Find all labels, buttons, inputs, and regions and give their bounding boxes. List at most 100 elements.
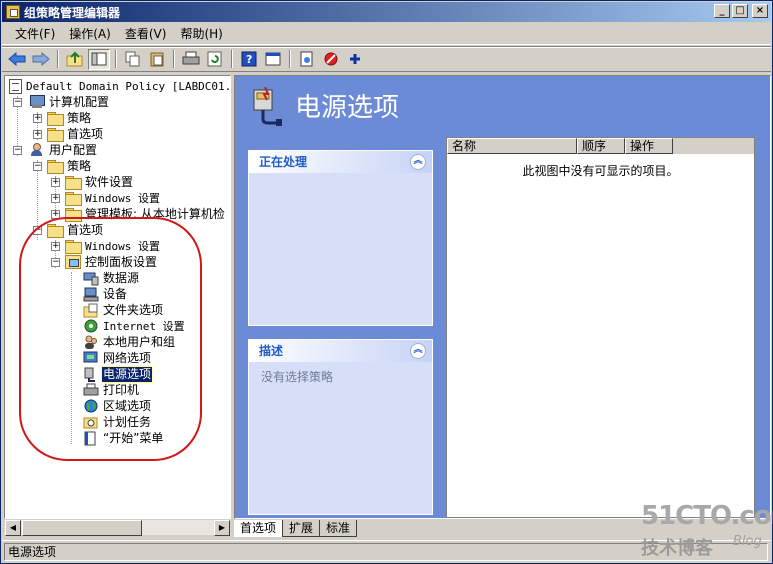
- window-controls: _ □ ×: [714, 4, 768, 18]
- show-tree-icon: [91, 52, 107, 66]
- up-level-button[interactable]: [64, 49, 86, 70]
- collapse-toggle[interactable]: −: [33, 162, 42, 171]
- copy-button[interactable]: [122, 49, 144, 70]
- menu-bar: 文件(F) 操作(A) 查看(V) 帮助(H): [2, 23, 771, 45]
- svg-text:?: ?: [246, 53, 252, 66]
- collapse-chevron-icon[interactable]: ︽: [410, 343, 426, 359]
- scroll-right-button[interactable]: ▶: [214, 520, 230, 536]
- stop-icon: [324, 52, 338, 66]
- tree-node-software-settings[interactable]: 软件设置: [65, 174, 134, 190]
- tab-standard[interactable]: 标准: [320, 520, 358, 537]
- site-watermark: 51CTO.com 技术博客 Blog: [641, 501, 773, 561]
- window-title: 组策略管理编辑器: [24, 5, 121, 20]
- refresh-button[interactable]: [204, 49, 226, 70]
- back-button[interactable]: [6, 49, 28, 70]
- toolbar-separator: [289, 50, 291, 68]
- computer-icon: [29, 95, 45, 109]
- forward-icon: [32, 52, 50, 66]
- toolbar-separator: [173, 50, 175, 68]
- new-item-button[interactable]: [296, 49, 318, 70]
- toolbar: ?: [2, 46, 771, 72]
- tree-node-root[interactable]: Default Domain Policy [LABDC01.la: [9, 78, 230, 94]
- collapse-chevron-icon[interactable]: ︽: [410, 154, 426, 170]
- expand-toggle[interactable]: +: [33, 130, 42, 139]
- show-hide-tree-button[interactable]: [88, 48, 110, 70]
- processing-panel: 正在处理 ︽: [248, 150, 433, 326]
- refresh-icon: [207, 51, 222, 67]
- tree-node-label: 软件设置: [85, 174, 134, 189]
- title-bar[interactable]: 组策略管理编辑器 _ □ ×: [2, 2, 771, 22]
- folder-icon: [47, 127, 64, 142]
- back-icon: [8, 52, 26, 66]
- toolbar-separator: [231, 50, 233, 68]
- folder-icon: [65, 191, 82, 206]
- tree-node-label: 计算机配置: [49, 94, 110, 109]
- paste-button[interactable]: [146, 49, 168, 70]
- maximize-button[interactable]: □: [732, 4, 748, 18]
- details-pane: 电源选项 正在处理 ︽ 描述 ︽ 没有选择策略 名称 顺序 操作 此视图中没有可…: [234, 75, 771, 519]
- watermark-blog: Blog: [733, 534, 762, 549]
- tree-node-windows-settings[interactable]: Windows 设置: [65, 190, 161, 206]
- column-header-name[interactable]: 名称: [447, 138, 577, 154]
- tree-node-computer-policies[interactable]: 策略: [47, 110, 92, 126]
- tree-node-user-config[interactable]: 用户配置: [29, 142, 98, 158]
- tree-node-label: Windows 设置: [85, 191, 160, 205]
- view-tabs: 首选项 扩展 标准: [234, 520, 358, 538]
- stop-button[interactable]: [320, 49, 342, 70]
- minimize-button[interactable]: _: [714, 4, 730, 18]
- properties-button[interactable]: [262, 49, 284, 70]
- highlight-annotation: [19, 217, 202, 461]
- tree-horizontal-scrollbar[interactable]: ◀ ▶: [4, 519, 231, 536]
- forward-button[interactable]: [30, 49, 52, 70]
- tree-node-label: 用户配置: [49, 142, 98, 157]
- help-icon: ?: [241, 51, 257, 67]
- add-button[interactable]: [344, 49, 366, 70]
- folder-icon: [47, 111, 64, 126]
- menu-view[interactable]: 查看(V): [118, 24, 174, 44]
- list-header: 名称 顺序 操作: [447, 138, 754, 154]
- expand-toggle[interactable]: +: [51, 178, 60, 187]
- scroll-left-button[interactable]: ◀: [5, 520, 21, 536]
- tree-node-label: 策略: [67, 110, 92, 125]
- tree-node-user-policies[interactable]: 策略: [47, 158, 92, 174]
- close-button[interactable]: ×: [752, 4, 768, 18]
- collapse-toggle[interactable]: −: [13, 98, 22, 107]
- tree-node-computer-config[interactable]: 计算机配置: [29, 94, 110, 110]
- item-list[interactable]: 名称 顺序 操作 此视图中没有可显示的项目。: [446, 137, 755, 518]
- policy-document-icon: [9, 78, 22, 94]
- copy-icon: [125, 51, 140, 67]
- paste-icon: [150, 52, 164, 67]
- description-panel-title: 描述: [259, 344, 284, 358]
- tab-extended[interactable]: 扩展: [283, 520, 321, 537]
- expand-toggle[interactable]: +: [33, 114, 42, 123]
- menu-action[interactable]: 操作(A): [62, 24, 118, 44]
- print-button[interactable]: [180, 49, 202, 70]
- column-header-order[interactable]: 顺序: [577, 138, 625, 154]
- help-button[interactable]: ?: [238, 49, 260, 70]
- description-panel-header[interactable]: 描述 ︽: [249, 340, 432, 362]
- collapse-toggle[interactable]: −: [13, 146, 22, 155]
- scroll-thumb[interactable]: [22, 520, 142, 536]
- watermark-subtitle: 技术博客: [641, 538, 713, 559]
- tree-node-computer-preferences[interactable]: 首选项: [47, 126, 104, 142]
- add-icon: [350, 54, 360, 64]
- column-header-action[interactable]: 操作: [625, 138, 673, 154]
- app-window: 组策略管理编辑器 _ □ × 文件(F) 操作(A) 查看(V) 帮助(H) ?…: [0, 0, 773, 564]
- menu-file[interactable]: 文件(F): [8, 24, 62, 44]
- watermark-logo: 51CTO.com: [641, 501, 773, 531]
- user-icon: [29, 143, 45, 157]
- up-folder-icon: [66, 51, 83, 67]
- processing-panel-header[interactable]: 正在处理 ︽: [249, 151, 432, 173]
- tree-node-label: 策略: [67, 158, 92, 173]
- folder-icon: [65, 175, 82, 190]
- description-text: 没有选择策略: [261, 370, 334, 384]
- toolbar-separator: [57, 50, 59, 68]
- expand-toggle[interactable]: +: [51, 194, 60, 203]
- policy-editor-icon: [6, 5, 20, 19]
- tree-node-label: 首选项: [67, 126, 104, 141]
- toolbar-separator: [115, 50, 117, 68]
- menu-help[interactable]: 帮助(H): [173, 24, 229, 44]
- processing-panel-title: 正在处理: [259, 155, 308, 169]
- print-icon: [182, 51, 200, 65]
- tab-preferences[interactable]: 首选项: [234, 520, 284, 537]
